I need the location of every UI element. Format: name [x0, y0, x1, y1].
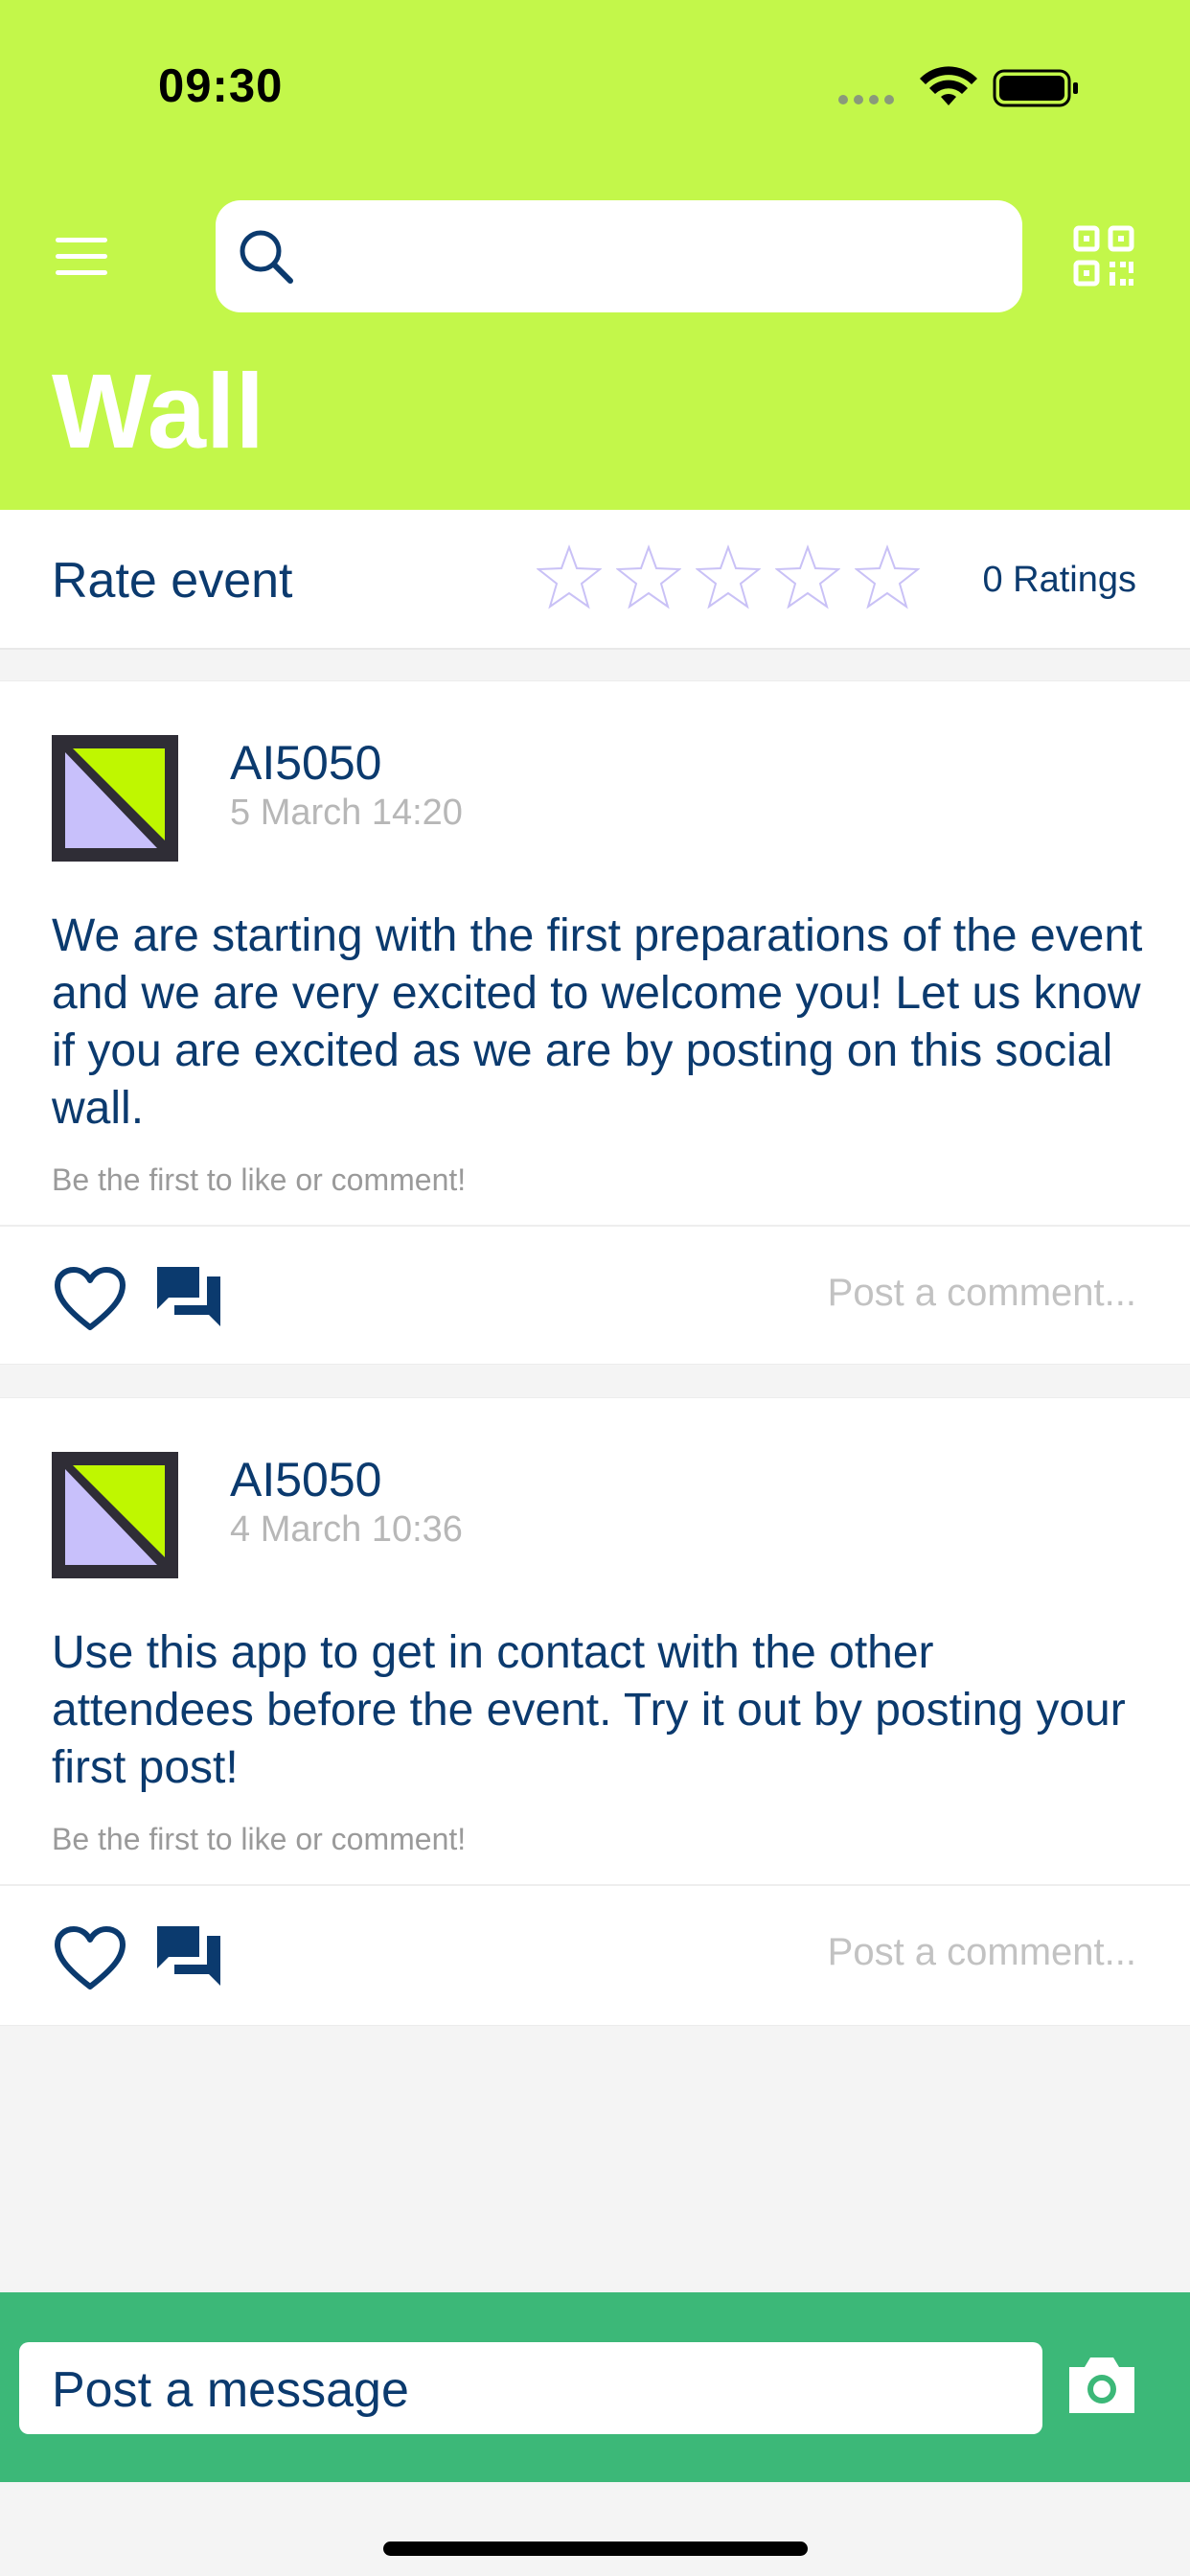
rate-event-card: Rate event 0 Ratings [0, 510, 1190, 650]
star-icon[interactable] [855, 544, 920, 610]
cellular-signal-icon [838, 95, 894, 104]
post-message-input[interactable]: Post a message [19, 2342, 1042, 2434]
like-heart-icon[interactable] [54, 1266, 126, 1333]
wall-post: AI5050 4 March 10:36 Use this app to get… [0, 1397, 1190, 2026]
post-author[interactable]: AI5050 [230, 1452, 381, 1507]
rate-event-label: Rate event [52, 553, 293, 609]
qr-code-icon[interactable] [1073, 225, 1134, 287]
comments-icon[interactable] [153, 1263, 226, 1332]
hamburger-line [56, 270, 107, 275]
star-icon[interactable] [696, 544, 761, 610]
hamburger-icon [56, 238, 107, 242]
engagement-hint: Be the first to like or comment! [52, 1822, 467, 1856]
avatar-logo [52, 1452, 178, 1578]
post-date: 5 March 14:20 [230, 793, 463, 833]
wall-post: AI5050 5 March 14:20 We are starting wit… [0, 680, 1190, 1365]
wifi-icon [920, 66, 977, 105]
message-composer: Post a message [0, 2292, 1190, 2482]
post-date: 4 March 10:36 [230, 1509, 463, 1550]
like-heart-icon[interactable] [54, 1925, 126, 1992]
ratings-count: 0 Ratings [982, 560, 1136, 600]
post-comment-link[interactable]: Post a comment... [828, 1272, 1136, 1315]
avatar[interactable] [52, 735, 178, 862]
page-title: Wall [52, 353, 265, 471]
divider [0, 1884, 1190, 1886]
battery-icon [993, 69, 1078, 107]
home-indicator[interactable] [383, 2542, 808, 2556]
status-time: 09:30 [158, 60, 284, 112]
avatar[interactable] [52, 1452, 178, 1578]
status-icons [838, 66, 1078, 107]
star-icon[interactable] [775, 544, 840, 610]
post-comment-link[interactable]: Post a comment... [828, 1931, 1136, 1974]
avatar-logo [52, 735, 178, 862]
star-icon[interactable] [537, 544, 602, 610]
post-message-placeholder: Post a message [52, 2362, 409, 2418]
star-icon[interactable] [616, 544, 681, 610]
comments-icon[interactable] [153, 1922, 226, 1991]
camera-icon[interactable] [1065, 2354, 1138, 2417]
post-text: Use this app to get in contact with the … [52, 1627, 1126, 1793]
star-rating[interactable] [537, 544, 934, 613]
hamburger-line [56, 254, 107, 259]
search-input[interactable] [311, 219, 1005, 295]
app-header: 09:30 Wall [0, 0, 1190, 510]
search-icon [240, 230, 293, 284]
engagement-hint: Be the first to like or comment! [52, 1162, 467, 1197]
divider [0, 1225, 1190, 1227]
post-author[interactable]: AI5050 [230, 735, 381, 791]
menu-button[interactable] [56, 238, 109, 276]
post-text: We are starting with the first preparati… [52, 910, 1143, 1134]
search-bar[interactable] [216, 200, 1022, 312]
